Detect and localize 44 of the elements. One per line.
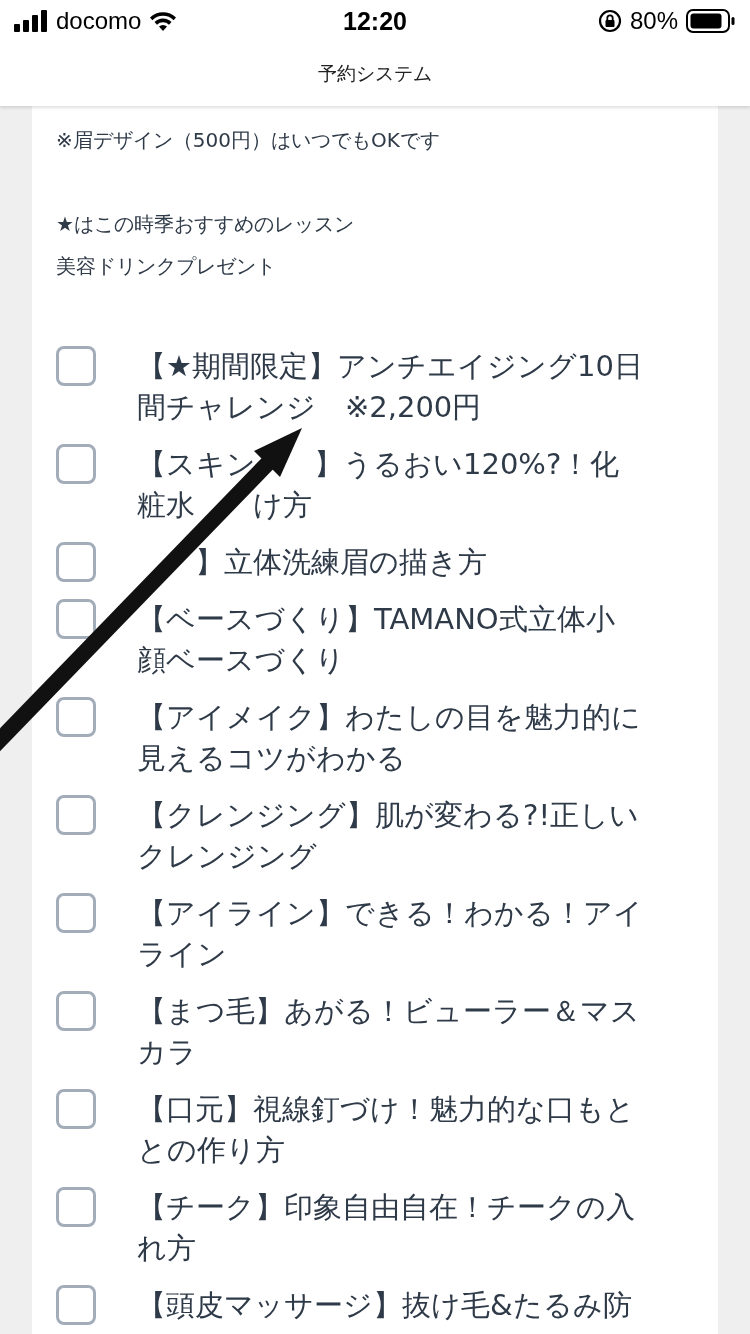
checkbox[interactable] bbox=[56, 991, 96, 1031]
lesson-label: 】立体洗練眉の描き方 bbox=[195, 544, 487, 581]
lesson-label: 】うるおい120%?！化 bbox=[314, 446, 620, 483]
lesson-label: 見えるコツがわかる bbox=[137, 740, 406, 777]
carrier-name: docomo bbox=[56, 7, 142, 35]
lesson-label: 【チーク】印象自由自在！チークの入 bbox=[137, 1189, 635, 1226]
battery-icon bbox=[686, 9, 736, 33]
lesson-label: れ方 bbox=[137, 1230, 196, 1267]
info-text: 美容ドリンクプレゼント bbox=[56, 253, 277, 280]
lesson-label: 【クレンジング】肌が変わる?!正しい bbox=[137, 797, 640, 834]
lesson-label: カラ bbox=[137, 1034, 197, 1071]
info-text: ★はこの時季おすすめのレッスン bbox=[56, 211, 355, 238]
checkbox[interactable] bbox=[56, 1187, 96, 1227]
battery-percent: 80% bbox=[629, 7, 678, 35]
lesson-label: 【まつ毛】あがる！ビューラー＆マス bbox=[137, 993, 640, 1030]
checkbox[interactable] bbox=[56, 346, 96, 386]
rotation-lock-icon bbox=[597, 9, 622, 33]
lesson-label: との作り方 bbox=[137, 1132, 285, 1169]
lesson-label: 【頭皮マッサージ】抜け毛&たるみ防 bbox=[137, 1287, 632, 1324]
checkbox[interactable] bbox=[56, 1285, 96, 1325]
signal-icon bbox=[14, 10, 48, 32]
lesson-label: 【アイライン】できる！わかる！アイ bbox=[137, 895, 643, 932]
lesson-label: 粧水 bbox=[137, 487, 195, 524]
checkbox[interactable] bbox=[56, 542, 96, 582]
checkbox[interactable] bbox=[56, 599, 96, 639]
checkbox[interactable] bbox=[56, 444, 96, 484]
lesson-label: クレンジング bbox=[137, 838, 317, 875]
clock-time: 12:20 bbox=[343, 6, 407, 36]
page-title: 予約システム bbox=[318, 61, 432, 86]
wifi-icon bbox=[149, 10, 178, 32]
lesson-label: 【口元】視線釘づけ！魅力的な口もと bbox=[137, 1091, 635, 1128]
checkbox[interactable] bbox=[56, 795, 96, 835]
lesson-label: 【アイメイク】わたしの目を魅力的に bbox=[137, 699, 641, 736]
lesson-label: け方 bbox=[253, 487, 312, 524]
notice-text: ※眉デザイン（500円）はいつでもOKです bbox=[56, 127, 441, 154]
lesson-label: 間チャレンジ ※2,200円 bbox=[137, 389, 482, 426]
lesson-label: ライン bbox=[137, 936, 227, 973]
checkbox[interactable] bbox=[56, 697, 96, 737]
checkbox[interactable] bbox=[56, 893, 96, 933]
lesson-label: 【ベースづくり】TAMANO式立体小 bbox=[137, 601, 615, 638]
lesson-label: 【スキン bbox=[137, 446, 256, 483]
lesson-label: 【★期間限定】アンチエイジング10日 bbox=[137, 348, 643, 385]
lesson-label: 顔ベースづくり bbox=[137, 642, 345, 679]
checkbox[interactable] bbox=[56, 1089, 96, 1129]
